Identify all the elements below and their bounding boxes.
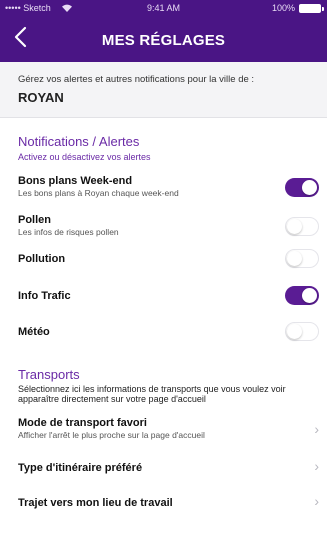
battery-icon <box>299 4 324 13</box>
list-item-work-trip[interactable]: Trajet vers mon lieu de travail <box>18 497 318 509</box>
setting-row-bons-plans: Bons plans Week-end Les bons plans à Roy… <box>18 175 318 198</box>
intro-description: Gérez vos alertes et autres notification… <box>18 74 255 85</box>
chevron-right-icon[interactable]: › <box>314 421 319 437</box>
transports-section-title: Transports <box>18 367 80 382</box>
setting-label: Pollen <box>18 214 52 226</box>
setting-sublabel: Les bons plans à Royan chaque week-end <box>18 188 179 198</box>
toggle-knob <box>302 180 317 195</box>
setting-row-meteo: Météo <box>18 326 318 338</box>
list-item-label: Mode de transport favori <box>18 417 147 429</box>
transports-section-subtitle: Sélectionnez ici les informations de tra… <box>18 384 286 404</box>
battery-label: 100% <box>271 3 295 13</box>
toggle-knob <box>302 288 317 303</box>
toggle-pollen[interactable] <box>285 217 319 236</box>
toggle-knob <box>287 251 302 266</box>
city-name: ROYAN <box>18 90 64 105</box>
toggle-bons-plans[interactable] <box>285 178 319 197</box>
page-title: MES RÉGLAGES <box>101 32 226 49</box>
list-item-label: Trajet vers mon lieu de travail <box>18 497 173 509</box>
setting-sublabel: Les infos de risques pollen <box>18 227 119 237</box>
notifications-section-title: Notifications / Alertes <box>18 134 140 149</box>
notifications-section-subtitle: Activez ou désactivez vos alertes <box>18 152 151 162</box>
chevron-right-icon[interactable]: › <box>314 493 319 509</box>
city-intro: Gérez vos alertes et autres notification… <box>0 62 327 118</box>
list-item-itinerary-type[interactable]: Type d'itinéraire préféré <box>18 462 318 474</box>
setting-label: Info Trafic <box>18 290 71 302</box>
setting-row-pollen: Pollen Les infos de risques pollen <box>18 214 318 237</box>
toggle-pollution[interactable] <box>285 249 319 268</box>
list-item-transport-mode[interactable]: Mode de transport favori Afficher l'arrê… <box>18 417 318 440</box>
list-item-label: Type d'itinéraire préféré <box>18 462 143 474</box>
status-bar: ••••• Sketch 9:41 AM 100% <box>0 0 327 16</box>
setting-label: Pollution <box>18 253 66 265</box>
chevron-right-icon[interactable]: › <box>314 458 319 474</box>
list-item-sublabel: Afficher l'arrêt le plus proche sur la p… <box>18 430 205 440</box>
toggle-knob <box>287 324 302 339</box>
toggle-knob <box>287 219 302 234</box>
setting-label: Bons plans Week-end <box>18 175 133 187</box>
setting-label: Météo <box>18 326 50 338</box>
setting-row-pollution: Pollution <box>18 253 318 265</box>
nav-header: ••••• Sketch 9:41 AM 100% MES RÉGLAGES <box>0 0 327 62</box>
toggle-meteo[interactable] <box>285 322 319 341</box>
toggle-info-trafic[interactable] <box>285 286 319 305</box>
setting-row-info-trafic: Info Trafic <box>18 290 318 302</box>
